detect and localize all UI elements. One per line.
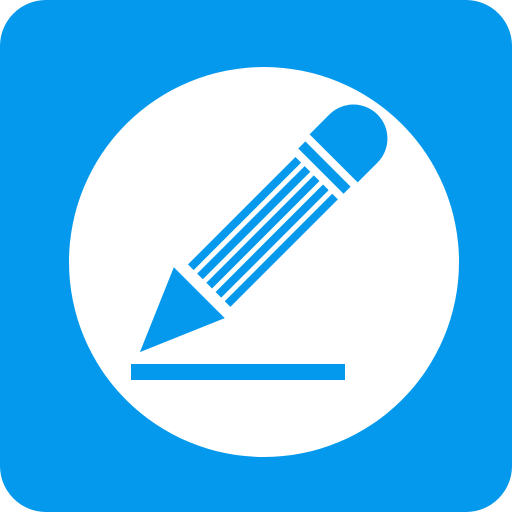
writing-line xyxy=(131,364,345,380)
app-icon[interactable] xyxy=(0,0,512,512)
